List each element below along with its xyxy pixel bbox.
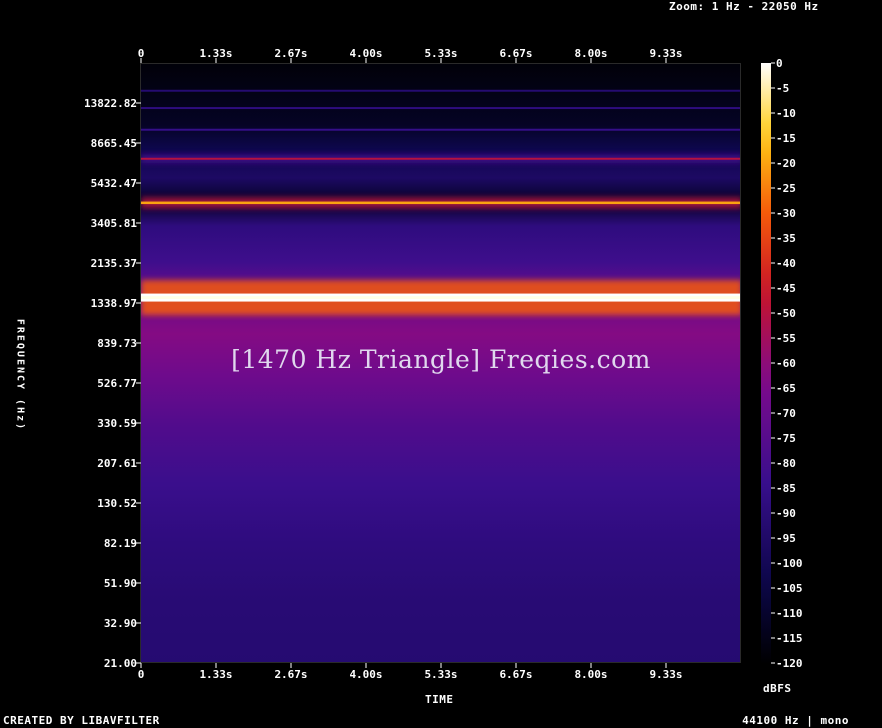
y-tick-label: 1338.97 [91, 297, 137, 310]
x-tick-label-top: 9.33s [649, 47, 682, 60]
x-tick-label-top: 5.33s [424, 47, 457, 60]
y-axis-label-wrap: FREQUENCY (Hz) [0, 305, 40, 445]
colorbar-tick-label: -35 [776, 232, 796, 245]
x-tick-label-top: 0 [138, 47, 145, 60]
y-tick-label: 3405.81 [91, 217, 138, 230]
colorbar-tick-label: -80 [776, 457, 796, 470]
axes-svg: 0 0 1.33s 1.33s 2.67s 2.67s 4.00s 4.00s 5.33s 5.3… [84, 47, 803, 681]
x-axis-label: TIME [425, 693, 454, 706]
colorbar-tick-label: -120 [776, 657, 803, 670]
colorbar-tick-label: -60 [776, 357, 796, 370]
y-tick-label: 82.19 [104, 537, 137, 550]
y-tick-label: 13822.82 [84, 97, 137, 110]
y-axis-label: FREQUENCY (Hz) [14, 318, 26, 432]
x-tick-label-top: 8.00s [574, 47, 607, 60]
y-tick-label: 526.77 [97, 377, 137, 390]
colorbar [761, 63, 771, 664]
y-tick-label: 130.52 [97, 497, 137, 510]
y-tick-label: 32.90 [104, 617, 137, 630]
colorbar-tick-label: -15 [776, 132, 796, 145]
colorbar-tick-label: -65 [776, 382, 796, 395]
colorbar-tick-label: -105 [776, 582, 803, 595]
colorbar-tick-label: -85 [776, 482, 796, 495]
colorbar-tick-label: -95 [776, 532, 796, 545]
colorbar-tick-label: -25 [776, 182, 796, 195]
colorbar-tick-label: -5 [776, 82, 789, 95]
colorbar-tick-label: -10 [776, 107, 796, 120]
x-tick-label-bottom: 9.33s [649, 668, 682, 681]
y-tick-label: 330.59 [97, 417, 137, 430]
colorbar-tick-label: -40 [776, 257, 796, 270]
colorbar-tick-label: -75 [776, 432, 796, 445]
x-tick-label-top: 6.67s [499, 47, 532, 60]
x-tick-label-bottom: 6.67s [499, 668, 532, 681]
colorbar-tick-label: -100 [776, 557, 803, 570]
y-tick-label: 8665.45 [91, 137, 137, 150]
colorbar-tick-label: -50 [776, 307, 796, 320]
colorbar-tick-label: 0 [776, 57, 783, 70]
y-tick-label: 5432.47 [91, 177, 137, 190]
y-tick-label: 839.73 [97, 337, 137, 350]
x-tick-label-top: 4.00s [349, 47, 382, 60]
x-tick-label-top: 2.67s [274, 47, 307, 60]
colorbar-tick-label: -90 [776, 507, 796, 520]
y-tick-label: 207.61 [97, 457, 137, 470]
colorbar-tick-label: -110 [776, 607, 803, 620]
colorbar-tick-label: -55 [776, 332, 796, 345]
x-tick-label-bottom: 5.33s [424, 668, 457, 681]
credit-text: CREATED BY LIBAVFILTER [3, 714, 160, 727]
y-tick-label: 21.00 [104, 657, 137, 670]
x-tick-label-bottom: 1.33s [199, 668, 232, 681]
colorbar-tick-label: -70 [776, 407, 796, 420]
colorbar-unit: dBFS [763, 682, 792, 695]
x-tick-label-bottom: 8.00s [574, 668, 607, 681]
y-tick-label: 51.90 [104, 577, 137, 590]
y-tick-label: 2135.37 [91, 257, 137, 270]
sample-rate-text: 44100 Hz | mono [742, 714, 849, 727]
colorbar-tick-label: -45 [776, 282, 796, 295]
colorbar-tick-label: -115 [776, 632, 803, 645]
x-tick-label-top: 1.33s [199, 47, 232, 60]
colorbar-tick-label: -20 [776, 157, 796, 170]
x-tick-label-bottom: 0 [138, 668, 145, 681]
x-tick-label-bottom: 4.00s [349, 668, 382, 681]
colorbar-tick-label: -30 [776, 207, 796, 220]
x-tick-label-bottom: 2.67s [274, 668, 307, 681]
